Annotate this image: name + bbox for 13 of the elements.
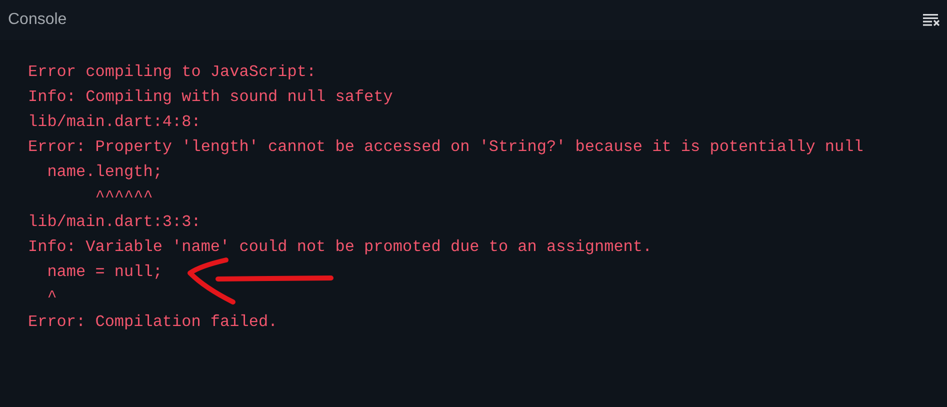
console-line: name.length; [46, 162, 162, 183]
console-line: lib/main.dart:3:3: [28, 212, 201, 233]
console-line: Info: Compiling with sound null safety [28, 87, 393, 108]
console-line: ^^^^^^ [94, 187, 153, 208]
panel-title: Console [8, 11, 67, 29]
clear-console-icon[interactable] [923, 14, 940, 26]
console-line: Error: Property 'length' cannot be accessed on 'String?' because it is potentially null [28, 137, 864, 158]
console-line: Error: Compilation failed. [28, 312, 278, 333]
console-line: Info: Variable 'name' could not be promoted due to an assignment. [28, 237, 652, 258]
console-line: name = null; [46, 262, 162, 283]
console-line: lib/main.dart:4:8: [28, 112, 201, 133]
console-line: Error compiling to JavaScript: [28, 62, 316, 83]
console-line: ^ [46, 287, 57, 308]
